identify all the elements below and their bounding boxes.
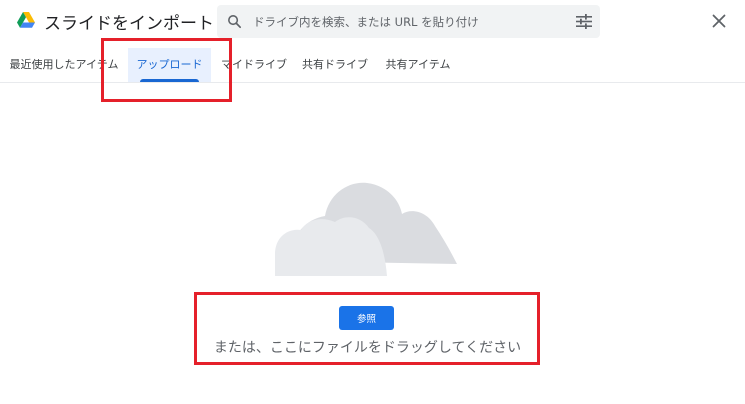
tab-shared-drives[interactable]: 共有ドライブ (297, 48, 373, 82)
tab-my-drive[interactable]: マイドライブ (216, 48, 292, 82)
tab-label: 共有ドライブ (302, 58, 368, 71)
search-icon[interactable] (226, 13, 243, 30)
dialog-header: スライドをインポート (0, 0, 745, 44)
dialog-title: スライドをインポート (44, 14, 214, 34)
search-input[interactable] (253, 12, 553, 31)
cloud-icon (275, 182, 457, 276)
tab-label: マイドライブ (221, 58, 287, 71)
browse-button[interactable]: 参照 (339, 306, 394, 330)
google-drive-icon (17, 12, 35, 28)
tune-icon[interactable] (576, 14, 592, 29)
tab-label: 共有アイテム (385, 58, 451, 71)
drop-instruction: または、ここにファイルをドラッグしてください (213, 340, 522, 356)
close-icon[interactable] (711, 13, 727, 29)
tab-bar: 最近使用したアイテム アップロード マイドライブ 共有ドライブ 共有アイテム (0, 48, 745, 83)
active-tab-indicator (140, 79, 199, 82)
tab-label: アップロード (136, 58, 203, 71)
tab-label: 最近使用したアイテム (9, 58, 119, 71)
tab-recent[interactable]: 最近使用したアイテム (6, 48, 122, 82)
tab-shared-with-me[interactable]: 共有アイテム (380, 48, 456, 82)
tab-upload[interactable]: アップロード (128, 48, 211, 82)
search-bar[interactable] (217, 5, 600, 38)
